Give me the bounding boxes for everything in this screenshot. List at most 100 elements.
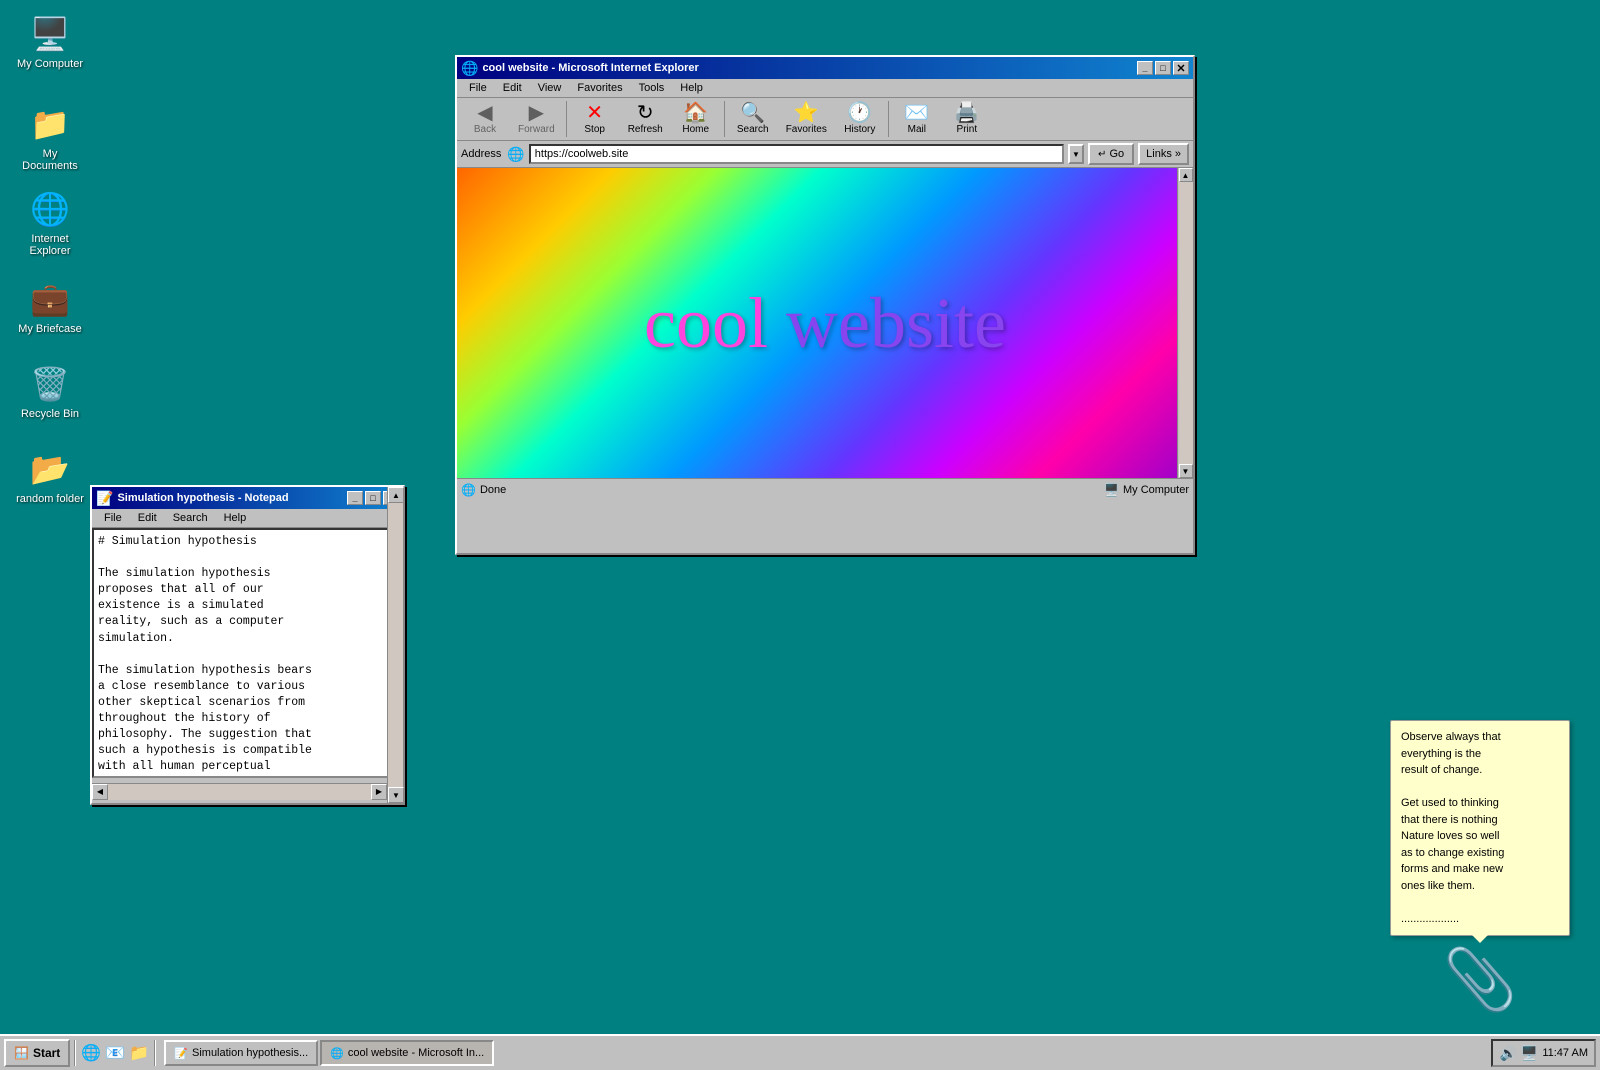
clippy-figure: 📎 (1390, 944, 1570, 1015)
ie-addr-arrow[interactable]: ▼ (1068, 144, 1084, 164)
ie-statusbar: 🌐 Done 🖥️ My Computer (457, 478, 1193, 500)
taskbar-notepad-label: Simulation hypothesis... (192, 1047, 308, 1059)
notepad-minimize-btn[interactable]: _ (347, 491, 363, 505)
notepad-menu-search[interactable]: Search (165, 510, 216, 526)
quick-ie-icon[interactable]: 🌐 (80, 1042, 102, 1064)
ie-page-icon: 🌐 (507, 146, 524, 163)
notepad-title-icon: 📝 (96, 490, 113, 507)
start-label: Start (33, 1046, 60, 1060)
ie-address-label: Address (461, 148, 501, 160)
ie-stop-btn[interactable]: ✕ Stop (571, 100, 619, 138)
ie-menubar: File Edit View Favorites Tools Help (457, 79, 1193, 98)
taskbar-sep-1 (74, 1040, 76, 1066)
start-button[interactable]: 🪟 Start (4, 1039, 70, 1067)
ie-menu-tools[interactable]: Tools (631, 80, 673, 96)
notepad-titlebar[interactable]: 📝 Simulation hypothesis - Notepad _ □ ✕ (92, 487, 403, 509)
taskbar-notepad-icon: 📝 (174, 1047, 188, 1060)
ie-home-btn[interactable]: 🏠 Home (672, 100, 720, 138)
clippy-dots: ................... (1401, 911, 1559, 928)
start-icon: 🪟 (14, 1046, 29, 1060)
desktop-icon-my-computer[interactable]: 🖥️ My Computer (10, 10, 90, 74)
quick-folder-icon[interactable]: 📁 (128, 1042, 150, 1064)
ie-title-text: cool website - Microsoft Internet Explor… (482, 62, 698, 74)
notepad-scrollbar: ▲ ▼ (387, 487, 403, 803)
clippy-container: Observe always that everything is the re… (1390, 720, 1570, 1015)
notepad-content[interactable]: # Simulation hypothesis The simulation h… (92, 528, 403, 778)
ie-scroll-up-btn[interactable]: ▲ (1179, 168, 1193, 182)
ie-menu-file[interactable]: File (461, 80, 495, 96)
notepad-scroll-down-btn[interactable]: ▼ (388, 787, 404, 803)
notepad-menubar: File Edit Search Help (92, 509, 403, 528)
ie-scrollbar: ▲ ▼ (1177, 168, 1193, 478)
taskbar-tray: 🔊 🖥️ 11:47 AM (1491, 1039, 1596, 1067)
ie-close-btn[interactable]: ✕ (1173, 61, 1189, 75)
ie-search-btn[interactable]: 🔍 Search (729, 100, 777, 138)
ie-scroll-down-btn[interactable]: ▼ (1179, 464, 1193, 478)
notepad-scroll-right-btn[interactable]: ▶ (371, 784, 387, 800)
toolbar-sep-1 (566, 101, 567, 137)
notepad-scroll-track[interactable] (388, 503, 403, 787)
ie-back-btn[interactable]: ◀ Back (461, 100, 509, 138)
ie-maximize-btn[interactable]: □ (1155, 61, 1171, 75)
taskbar-notepad-btn[interactable]: 📝 Simulation hypothesis... (164, 1040, 318, 1066)
ie-minimize-btn[interactable]: _ (1137, 61, 1153, 75)
desktop-icon-random-folder[interactable]: 📂 random folder (10, 445, 90, 509)
ie-refresh-btn[interactable]: ↻ Refresh (621, 100, 670, 138)
desktop-icon-my-briefcase[interactable]: 💼 My Briefcase (10, 275, 90, 339)
ie-print-btn[interactable]: 🖨️ Print (943, 100, 991, 138)
taskbar-ie-btn[interactable]: 🌐 cool website - Microsoft In... (320, 1040, 494, 1066)
notepad-scroll-up-btn[interactable]: ▲ (388, 487, 404, 503)
ie-links-button[interactable]: Links » (1138, 143, 1189, 165)
tray-volume-icon: 🔊 (1499, 1045, 1516, 1062)
ie-rainbow-bg: cool website (457, 168, 1193, 478)
ie-titlebar[interactable]: 🌐 cool website - Microsoft Internet Expl… (457, 57, 1193, 79)
ie-page-icon-status: 🌐 (461, 483, 476, 497)
ie-status-text: Done (480, 484, 506, 496)
ie-scroll-track[interactable] (1179, 182, 1193, 464)
notepad-menu-edit[interactable]: Edit (130, 510, 165, 526)
ie-go-button[interactable]: ↵ Go (1088, 143, 1134, 165)
tray-network-icon: 🖥️ (1521, 1045, 1538, 1062)
ie-status-computer: My Computer (1123, 484, 1189, 496)
ie-window: 🌐 cool website - Microsoft Internet Expl… (455, 55, 1195, 555)
ie-menu-help[interactable]: Help (672, 80, 711, 96)
toolbar-sep-2 (724, 101, 725, 137)
notepad-menu-file[interactable]: File (96, 510, 130, 526)
ie-title-icon: 🌐 (461, 60, 478, 77)
ie-forward-btn[interactable]: ▶ Forward (511, 100, 562, 138)
ie-menu-favorites[interactable]: Favorites (569, 80, 630, 96)
ie-mail-btn[interactable]: ✉️ Mail (893, 100, 941, 138)
ie-content: cool website ▲ ▼ (457, 168, 1193, 478)
notepad-hscroll-track[interactable] (108, 784, 371, 800)
desktop-icon-recycle-bin[interactable]: 🗑️ Recycle Bin (10, 360, 90, 424)
tray-time: 11:47 AM (1542, 1047, 1588, 1059)
taskbar: 🪟 Start 🌐 📧 📁 📝 Simulation hypothesis...… (0, 1034, 1600, 1070)
taskbar-quick-launch: 🌐 📧 📁 (80, 1042, 150, 1064)
clippy-text-line2: Get used to thinking that there is nothi… (1401, 795, 1559, 894)
notepad-window: 📝 Simulation hypothesis - Notepad _ □ ✕ … (90, 485, 405, 805)
taskbar-ie-label: cool website - Microsoft In... (348, 1047, 484, 1059)
notepad-text: # Simulation hypothesis The simulation h… (98, 534, 397, 775)
ie-toolbar: ◀ Back ▶ Forward ✕ Stop ↻ Refresh 🏠 Home… (457, 98, 1193, 141)
notepad-menu-help[interactable]: Help (216, 510, 255, 526)
taskbar-ie-icon: 🌐 (330, 1047, 344, 1060)
taskbar-sep-2 (154, 1040, 156, 1066)
ie-favorites-btn[interactable]: ⭐ Favorites (779, 100, 834, 138)
notepad-title-text: Simulation hypothesis - Notepad (117, 492, 288, 504)
toolbar-sep-3 (888, 101, 889, 137)
notepad-scroll-left-btn[interactable]: ◀ (92, 784, 108, 800)
desktop-icon-internet-explorer[interactable]: 🌐 InternetExplorer (10, 185, 90, 261)
ie-history-btn[interactable]: 🕐 History (836, 100, 884, 138)
ie-menu-view[interactable]: View (530, 80, 570, 96)
clippy-tooltip: Observe always that everything is the re… (1390, 720, 1570, 936)
notepad-maximize-btn[interactable]: □ (365, 491, 381, 505)
ie-address-input[interactable]: https://coolweb.site (529, 144, 1064, 164)
taskbar-windows: 📝 Simulation hypothesis... 🌐 cool websit… (160, 1040, 1489, 1066)
ie-menu-edit[interactable]: Edit (495, 80, 530, 96)
quick-mail-icon[interactable]: 📧 (104, 1042, 126, 1064)
desktop-icon-my-documents[interactable]: 📁 My Documents (10, 100, 90, 176)
clippy-text-line1: Observe always that everything is the re… (1401, 729, 1559, 779)
ie-address-bar: Address 🌐 https://coolweb.site ▼ ↵ Go Li… (457, 141, 1193, 168)
notepad-hscrollbar: ◀ ▶ (92, 783, 403, 799)
ie-cool-website-text: cool website (644, 282, 1006, 365)
